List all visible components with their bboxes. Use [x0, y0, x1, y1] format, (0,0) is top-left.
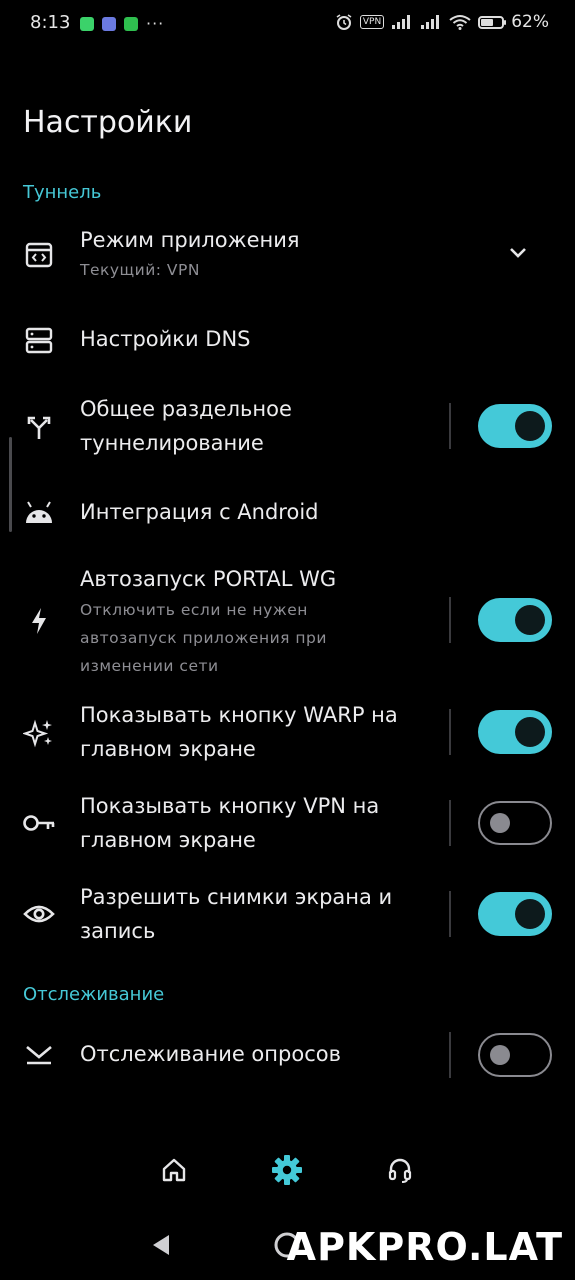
setting-title: Показывать кнопку VPN на главном экране: [80, 794, 380, 852]
divider: [449, 709, 451, 755]
bottom-navigation: [0, 1140, 575, 1200]
setting-title: Разрешить снимки экрана и запись: [80, 885, 393, 943]
eye-icon: [22, 897, 56, 931]
autostart-toggle[interactable]: [478, 598, 552, 642]
signal-icon: [392, 15, 411, 29]
home-icon[interactable]: [154, 1150, 194, 1190]
setting-title: Отслеживание опросов: [80, 1042, 341, 1066]
divider: [449, 1032, 451, 1078]
setting-screenshots[interactable]: Разрешить снимки экрана и запись: [0, 880, 575, 950]
split-arrows-icon: [22, 410, 56, 444]
chevron-down-icon[interactable]: [505, 240, 531, 266]
notification-icons: ···: [80, 14, 164, 33]
wifi-icon: [449, 15, 471, 30]
headset-icon[interactable]: [380, 1150, 420, 1190]
bolt-icon: [22, 604, 56, 638]
setting-dns[interactable]: Настройки DNS: [0, 318, 575, 362]
setting-autostart[interactable]: Автозапуск PORTAL WG Отключить если не н…: [0, 562, 575, 680]
setting-android-integration[interactable]: Интеграция с Android: [0, 492, 575, 536]
setting-title: Интеграция с Android: [80, 500, 319, 524]
gear-icon[interactable]: [267, 1150, 307, 1190]
divider: [449, 891, 451, 937]
poll-tracking-icon: [22, 1038, 56, 1072]
section-title-tracking: Отслеживание: [23, 984, 165, 1005]
setting-title: Общее раздельное туннелирование: [80, 397, 292, 455]
page-title: Настройки: [23, 105, 193, 140]
divider: [449, 403, 451, 449]
setting-app-mode[interactable]: Режим приложения Текущий: VPN: [0, 222, 575, 290]
vpn-badge: VPN: [359, 15, 385, 29]
more-notifications-icon: ···: [146, 14, 165, 33]
setting-title: Показывать кнопку WARP на главном экране: [80, 703, 398, 761]
section-title-tunnel: Туннель: [23, 182, 102, 203]
setting-subtitle: Текущий: VPN: [80, 261, 200, 279]
divider: [449, 800, 451, 846]
setting-poll-tracking[interactable]: Отслеживание опросов: [0, 1032, 575, 1078]
setting-subtitle: Отключить если не нужен автозапуск прило…: [80, 601, 327, 675]
watermark: APKPRO.LAT: [286, 1225, 563, 1269]
status-right: VPN 62%: [335, 12, 549, 32]
sparkles-icon: [22, 716, 56, 750]
battery-percent: 62%: [511, 12, 549, 32]
app-notification-icon: [124, 16, 138, 31]
show-warp-toggle[interactable]: [478, 710, 552, 754]
setting-show-vpn[interactable]: Показывать кнопку VPN на главном экране: [0, 789, 575, 859]
status-time: 8:13: [30, 12, 71, 33]
key-icon: [22, 806, 56, 840]
split-tunnel-toggle[interactable]: [478, 404, 552, 448]
android-icon: [22, 496, 56, 530]
status-bar: 8:13 ··· VPN 62%: [0, 0, 575, 48]
signal-icon: [421, 15, 440, 29]
alarm-icon: [336, 14, 352, 30]
setting-title: Автозапуск PORTAL WG: [80, 567, 337, 591]
whatsapp-icon: [80, 16, 94, 31]
setting-split-tunnel[interactable]: Общее раздельное туннелирование: [0, 392, 575, 462]
setting-show-warp[interactable]: Показывать кнопку WARP на главном экране: [0, 698, 575, 768]
code-window-icon: [22, 238, 56, 272]
setting-title: Режим приложения: [80, 228, 300, 252]
app-notification-icon: [102, 16, 116, 31]
poll-tracking-toggle[interactable]: [478, 1033, 552, 1077]
server-icon: [22, 323, 56, 357]
divider: [449, 597, 451, 643]
show-vpn-toggle[interactable]: [478, 801, 552, 845]
back-icon[interactable]: [150, 1233, 172, 1257]
battery-icon: [478, 15, 507, 29]
setting-title: Настройки DNS: [80, 327, 251, 351]
screenshots-toggle[interactable]: [478, 892, 552, 936]
